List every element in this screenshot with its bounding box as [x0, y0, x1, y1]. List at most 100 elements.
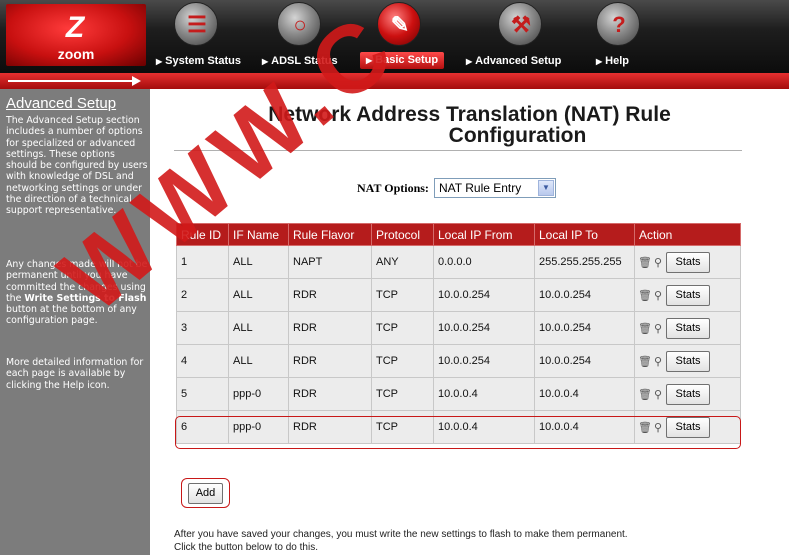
sidebar-help-text: More detailed information for each page …: [6, 357, 144, 391]
col-protocol: Protocol: [371, 223, 434, 246]
nav-adsl-status-label: ▶ ADSL Status: [262, 55, 338, 67]
stats-button[interactable]: Stats: [666, 251, 711, 273]
cell-if-name: ppp-0: [228, 410, 289, 444]
pencil-icon: ✎: [377, 2, 421, 46]
cell-action: 🗑 ⚲ Stats: [634, 245, 741, 279]
cell-protocol: ANY: [371, 245, 434, 279]
search-icon[interactable]: ⚲: [654, 256, 662, 269]
nat-rule-table: Rule ID IF Name Rule Flavor Protocol Loc…: [176, 223, 741, 444]
cell-protocol: TCP: [371, 278, 434, 312]
table-row: 1 ALL NAPT ANY 0.0.0.0 255.255.255.255 🗑…: [176, 245, 741, 279]
cell-action: 🗑 ⚲ Stats: [634, 311, 741, 345]
cell-rule-flavor: RDR: [288, 344, 372, 378]
header-divider-bar: [0, 73, 789, 89]
cell-local-ip-to: 10.0.0.254: [534, 344, 635, 378]
col-rule-id: Rule ID: [176, 223, 229, 246]
stats-button[interactable]: Stats: [666, 350, 711, 372]
nat-options-label: NAT Options:: [357, 181, 429, 195]
cell-rule-id: 1: [176, 245, 229, 279]
table-row: 3 ALL RDR TCP 10.0.0.254 10.0.0.254 🗑 ⚲ St…: [176, 311, 741, 345]
stats-button[interactable]: Stats: [666, 383, 711, 405]
cell-rule-flavor: NAPT: [288, 245, 372, 279]
trash-icon[interactable]: 🗑: [638, 355, 652, 368]
cell-local-ip-from: 10.0.0.254: [433, 311, 535, 345]
title-divider: [174, 150, 742, 151]
sidebar-intro-text: The Advanced Setup section includes a nu…: [6, 115, 148, 217]
table-header-row: Rule ID IF Name Rule Flavor Protocol Loc…: [176, 223, 741, 246]
cell-local-ip-from: 0.0.0.0: [433, 245, 535, 279]
help-sidebar: Advanced Setup The Advanced Setup sectio…: [0, 89, 150, 555]
col-rule-flavor: Rule Flavor: [288, 223, 372, 246]
nat-options-select[interactable]: NAT Rule Entry ▼: [434, 178, 556, 198]
cell-action: 🗑 ⚲ Stats: [634, 278, 741, 312]
cell-protocol: TCP: [371, 344, 434, 378]
chevron-down-icon[interactable]: ▼: [538, 180, 554, 196]
col-action: Action: [634, 223, 741, 246]
nat-options-value: NAT Rule Entry: [439, 181, 522, 195]
nav-basic-setup[interactable]: ✎ ▶ Basic Setup: [358, 2, 445, 72]
col-if-name: IF Name: [228, 223, 289, 246]
nav-help-label: ▶ Help: [596, 55, 629, 67]
cell-action: 🗑 ⚲ Stats: [634, 410, 741, 444]
cell-local-ip-from: 10.0.0.254: [433, 278, 535, 312]
cell-protocol: TCP: [371, 377, 434, 411]
search-icon[interactable]: ⚲: [654, 322, 662, 335]
cell-local-ip-from: 10.0.0.254: [433, 344, 535, 378]
arrow-right-icon: [132, 76, 141, 86]
magnifier-icon: ○: [277, 2, 321, 46]
search-icon[interactable]: ⚲: [654, 388, 662, 401]
cell-local-ip-from: 10.0.0.4: [433, 410, 535, 444]
cell-action: 🗑 ⚲ Stats: [634, 377, 741, 411]
nav-adsl-status[interactable]: ○ ▶ ADSL Status: [256, 2, 346, 72]
add-button[interactable]: Add: [188, 483, 223, 504]
zoom-logo[interactable]: Z zoom: [6, 4, 146, 66]
search-icon[interactable]: ⚲: [654, 289, 662, 302]
table-row: 6 ppp-0 RDR TCP 10.0.0.4 10.0.0.4 🗑 ⚲ Stat…: [176, 410, 741, 444]
flash-write-note: After you have saved your changes, you m…: [174, 529, 628, 553]
trash-icon[interactable]: 🗑: [638, 256, 652, 269]
search-icon[interactable]: ⚲: [654, 355, 662, 368]
zoom-logo-text: zoom: [57, 46, 95, 62]
nav-system-status-label: ▶ System Status: [156, 55, 241, 67]
cell-rule-flavor: RDR: [288, 410, 372, 444]
stats-button[interactable]: Stats: [666, 284, 711, 306]
cell-local-ip-to: 10.0.0.4: [534, 410, 635, 444]
trash-icon[interactable]: 🗑: [638, 388, 652, 401]
cell-local-ip-to: 255.255.255.255: [534, 245, 635, 279]
cell-rule-flavor: RDR: [288, 377, 372, 411]
top-nav-bar: Z zoom ☰ ▶ System Status ○ ▶ ADSL Status ✎…: [0, 0, 789, 73]
cell-local-ip-from: 10.0.0.4: [433, 377, 535, 411]
col-local-ip-from: Local IP From: [433, 223, 535, 246]
trash-icon[interactable]: 🗑: [638, 289, 652, 302]
cell-if-name: ALL: [228, 278, 289, 312]
trash-icon[interactable]: 🗑: [638, 421, 652, 434]
col-local-ip-to: Local IP To: [534, 223, 635, 246]
arrow-line: [8, 80, 136, 82]
cell-if-name: ppp-0: [228, 377, 289, 411]
nav-help[interactable]: ? ▶ Help: [584, 2, 654, 72]
cell-rule-id: 3: [176, 311, 229, 345]
cell-if-name: ALL: [228, 245, 289, 279]
trash-icon[interactable]: 🗑: [638, 322, 652, 335]
cell-local-ip-to: 10.0.0.254: [534, 311, 635, 345]
table-row: 5 ppp-0 RDR TCP 10.0.0.4 10.0.0.4 🗑 ⚲ Stat…: [176, 377, 741, 411]
help-icon: ?: [596, 2, 640, 46]
cell-protocol: TCP: [371, 311, 434, 345]
cell-rule-id: 4: [176, 344, 229, 378]
cell-local-ip-to: 10.0.0.254: [534, 278, 635, 312]
wrench-icon: ⚒: [498, 2, 542, 46]
cell-rule-flavor: RDR: [288, 311, 372, 345]
cell-if-name: ALL: [228, 344, 289, 378]
stats-button[interactable]: Stats: [666, 317, 711, 339]
table-row: 4 ALL RDR TCP 10.0.0.254 10.0.0.254 🗑 ⚲ St…: [176, 344, 741, 378]
cell-if-name: ALL: [228, 311, 289, 345]
search-icon[interactable]: ⚲: [654, 421, 662, 434]
sidebar-title[interactable]: Advanced Setup: [6, 95, 148, 112]
cell-rule-id: 5: [176, 377, 229, 411]
nav-advanced-setup[interactable]: ⚒ ▶ Advanced Setup: [458, 2, 561, 72]
nav-system-status[interactable]: ☰ ▶ System Status: [152, 2, 242, 72]
cell-rule-id: 2: [176, 278, 229, 312]
cell-action: 🗑 ⚲ Stats: [634, 344, 741, 378]
stats-button[interactable]: Stats: [666, 416, 711, 438]
zoom-logo-mark: Z: [65, 11, 85, 44]
